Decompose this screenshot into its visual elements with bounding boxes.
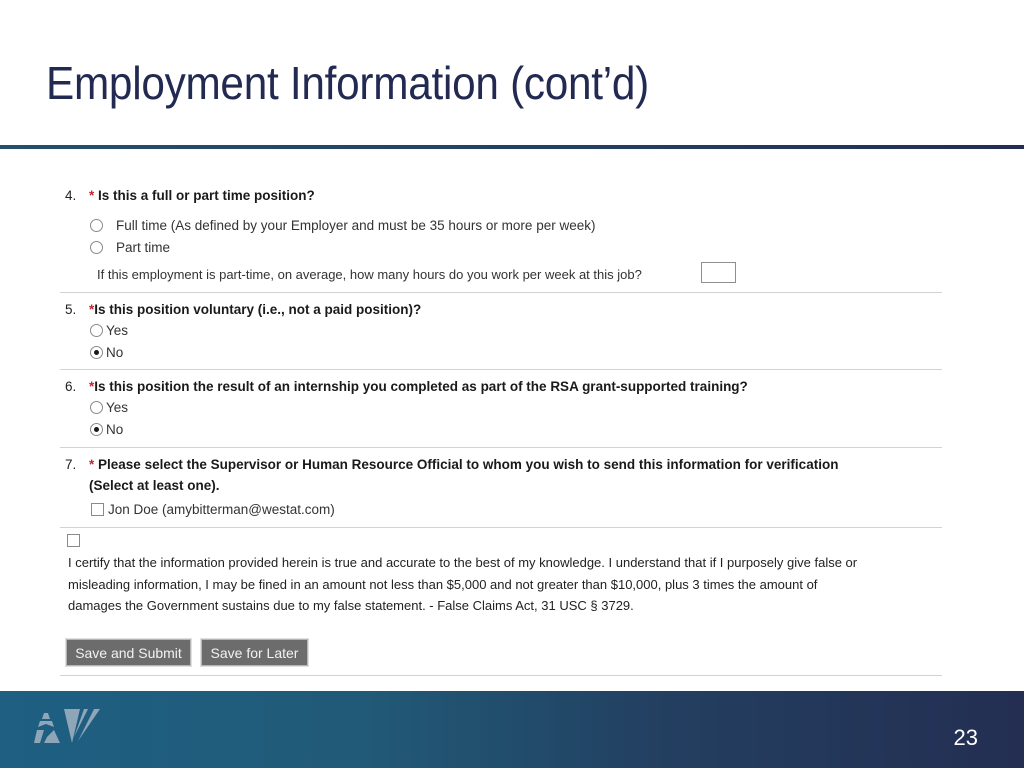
logo-v-stroke-2 xyxy=(78,709,100,741)
logo-triangle-mid xyxy=(38,721,54,727)
slide-footer: 23 xyxy=(0,691,1024,768)
certification-line: misleading information, I may be fined i… xyxy=(68,576,818,592)
radio-no-selected[interactable] xyxy=(90,346,103,359)
logo-triangle-right xyxy=(44,730,60,743)
option-label: No xyxy=(106,345,124,360)
radio-full-time[interactable] xyxy=(90,219,103,232)
employment-form: 4. * Is this a full or part time positio… xyxy=(60,178,942,676)
certification-line: damages the Government sustains due to m… xyxy=(68,598,634,613)
logo-v-main xyxy=(64,709,80,743)
part-time-hours-input[interactable] xyxy=(701,262,736,283)
question-text: *Is this position voluntary (i.e., not a… xyxy=(89,302,422,317)
question-7: 7. * Please select the Supervisor or Hum… xyxy=(60,448,942,528)
supervisor-checkbox[interactable] xyxy=(91,503,104,516)
logo-triangle-left xyxy=(34,730,44,743)
question-number: 7. xyxy=(65,457,77,472)
option-label: Yes xyxy=(106,400,129,415)
supervisor-label: Jon Doe (amybitterman@westat.com) xyxy=(108,502,335,517)
radio-yes[interactable] xyxy=(90,401,103,414)
page-number: 23 xyxy=(953,725,978,750)
title-divider xyxy=(0,145,1024,149)
required-marker: * xyxy=(89,457,95,472)
question-6: 6. *Is this position the result of an in… xyxy=(60,370,942,448)
question-5: 5. *Is this position voluntary (i.e., no… xyxy=(60,293,942,370)
radio-yes[interactable] xyxy=(90,324,103,337)
slide-title: Employment Information (cont’d) xyxy=(46,57,649,109)
option-yes[interactable]: Yes xyxy=(90,323,128,338)
option-label: Full time (As defined by your Employer a… xyxy=(116,218,596,233)
question-number: 5. xyxy=(65,302,77,317)
av-logo-icon xyxy=(34,709,100,743)
logo-triangle-top xyxy=(42,713,50,719)
save-and-submit-button[interactable]: Save and Submit xyxy=(65,638,192,667)
option-part-time[interactable]: Part time xyxy=(90,240,170,255)
option-full-time[interactable]: Full time (As defined by your Employer a… xyxy=(90,218,595,233)
radio-no-selected[interactable] xyxy=(90,423,103,436)
option-no[interactable]: No xyxy=(90,345,123,360)
option-yes[interactable]: Yes xyxy=(90,400,128,415)
question-text: *Is this position the result of an inter… xyxy=(89,379,748,394)
option-label: Yes xyxy=(106,323,129,338)
form-bottom-divider xyxy=(60,675,942,676)
option-label: No xyxy=(106,422,124,437)
certification-line: I certify that the information provided … xyxy=(68,555,858,570)
question-number: 6. xyxy=(65,379,77,394)
certification-checkbox[interactable] xyxy=(67,534,80,547)
certification-section: I certify that the information provided … xyxy=(60,528,942,628)
option-no[interactable]: No xyxy=(90,422,123,437)
option-label: Part time xyxy=(116,240,171,255)
supervisor-option[interactable]: Jon Doe (amybitterman@westat.com) xyxy=(91,502,335,517)
required-marker: * xyxy=(89,188,95,203)
question-number: 4. xyxy=(65,188,77,203)
radio-part-time[interactable] xyxy=(90,241,103,254)
question-text: * Is this a full or part time position? xyxy=(89,188,315,203)
part-time-hours-label: If this employment is part-time, on aver… xyxy=(97,267,642,282)
question-text: * Please select the Supervisor or Human … xyxy=(89,457,839,472)
question-subtext: (Select at least one). xyxy=(89,478,220,493)
question-4: 4. * Is this a full or part time positio… xyxy=(60,178,942,293)
save-for-later-button[interactable]: Save for Later xyxy=(200,638,309,667)
